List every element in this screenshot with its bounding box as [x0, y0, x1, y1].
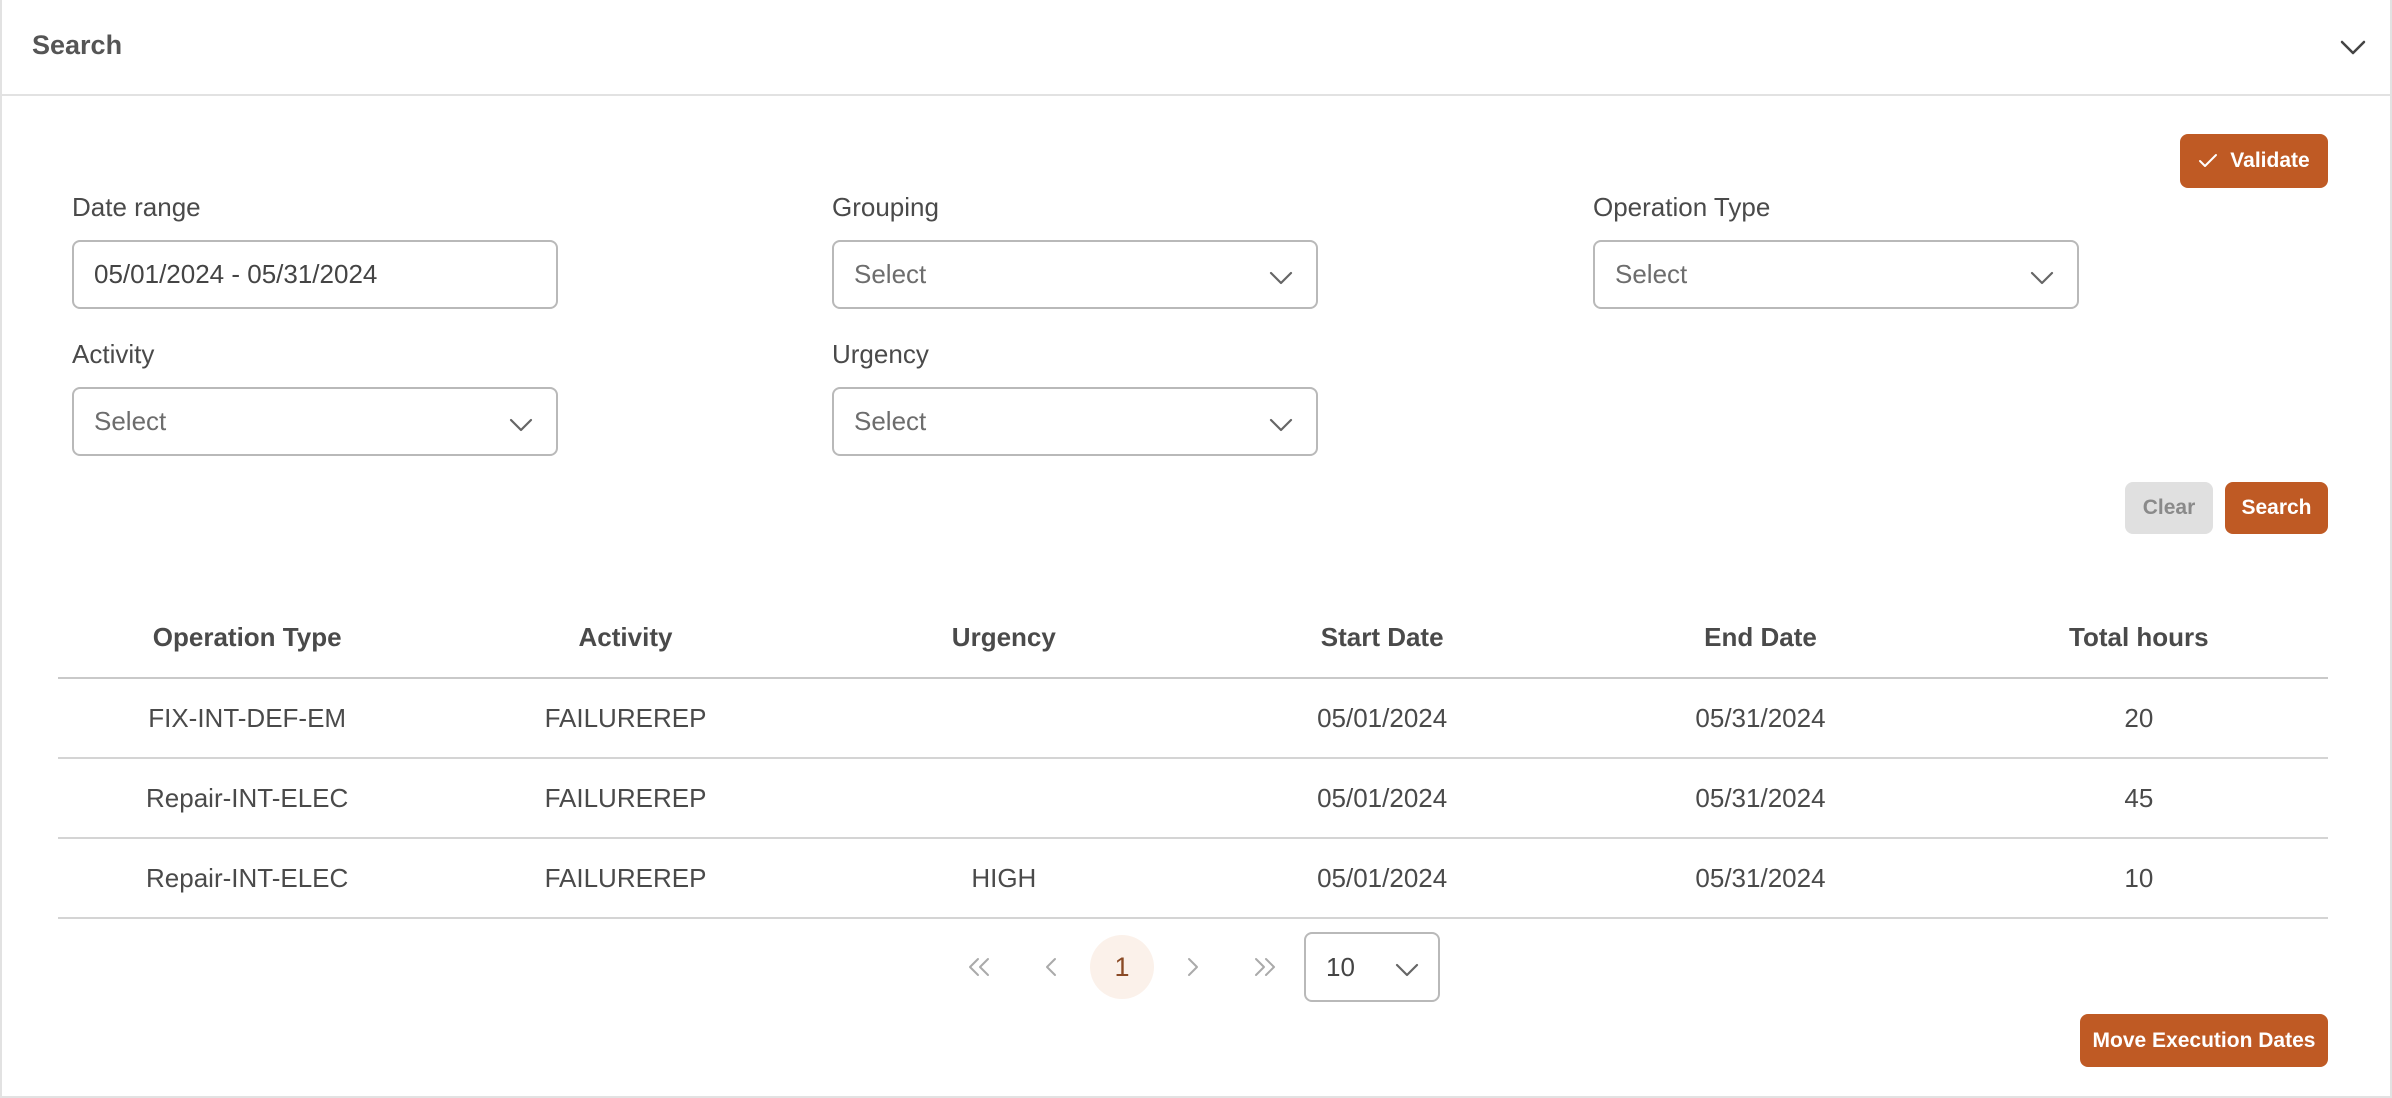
- table-cell: 05/31/2024: [1571, 758, 1950, 839]
- column-header[interactable]: Activity: [436, 598, 815, 679]
- table-cell: 05/31/2024: [1571, 678, 1950, 759]
- move-execution-dates-button[interactable]: Move Execution Dates: [2080, 1014, 2328, 1067]
- table-header-row: Operation Type Activity Urgency Start Da…: [58, 598, 2328, 679]
- table-cell: FAILUREREP: [436, 758, 815, 839]
- table-row[interactable]: Repair-INT-ELEC FAILUREREP 05/01/2024 05…: [58, 758, 2328, 839]
- table-cell: 05/31/2024: [1571, 838, 1950, 919]
- validate-button-label: Validate: [2230, 149, 2310, 172]
- column-header[interactable]: Total hours: [1949, 598, 2328, 679]
- table-cell: 05/01/2024: [1192, 838, 1572, 919]
- search-panel: Search Validate Date range 05/01/2024 - …: [0, 0, 2392, 1098]
- table-cell: 20: [1949, 678, 2328, 759]
- first-page-icon[interactable]: [964, 952, 994, 982]
- chevron-down-icon[interactable]: [2338, 32, 2368, 62]
- page-size-value: 10: [1326, 951, 1355, 982]
- clear-button[interactable]: Clear: [2125, 482, 2213, 534]
- chevron-down-icon: [1395, 963, 1419, 977]
- urgency-label: Urgency: [832, 339, 929, 369]
- page-number-current[interactable]: 1: [1090, 935, 1154, 999]
- column-header[interactable]: End Date: [1571, 598, 1950, 679]
- table-cell: 05/01/2024: [1192, 758, 1572, 839]
- check-icon: [2199, 154, 2218, 167]
- table-cell: [814, 678, 1193, 759]
- search-panel-header[interactable]: Search: [2, 0, 2390, 96]
- grouping-label: Grouping: [832, 192, 939, 222]
- table-row[interactable]: FIX-INT-DEF-EM FAILUREREP 05/01/2024 05/…: [58, 678, 2328, 759]
- table-cell: Repair-INT-ELEC: [58, 758, 437, 839]
- operation-type-select[interactable]: Select: [1593, 240, 2079, 309]
- grouping-placeholder: Select: [854, 259, 927, 289]
- table-cell: 05/01/2024: [1192, 678, 1572, 759]
- chevron-down-icon: [2030, 271, 2054, 285]
- table-cell: FIX-INT-DEF-EM: [58, 678, 437, 759]
- results-table: Operation Type Activity Urgency Start Da…: [58, 598, 2328, 919]
- table-cell: [814, 758, 1193, 839]
- next-page-icon[interactable]: [1178, 952, 1208, 982]
- prev-page-icon[interactable]: [1036, 952, 1066, 982]
- table-cell: Repair-INT-ELEC: [58, 838, 437, 919]
- activity-placeholder: Select: [94, 406, 167, 436]
- table-row[interactable]: Repair-INT-ELEC FAILUREREP HIGH 05/01/20…: [58, 838, 2328, 919]
- urgency-select[interactable]: Select: [832, 387, 1318, 456]
- operation-type-placeholder: Select: [1615, 259, 1688, 289]
- page-size-select[interactable]: 10: [1304, 932, 1440, 1002]
- search-button[interactable]: Search: [2225, 482, 2328, 534]
- activity-label: Activity: [72, 339, 155, 369]
- date-range-value: 05/01/2024 - 05/31/2024: [94, 259, 378, 289]
- urgency-placeholder: Select: [854, 406, 927, 436]
- chevron-down-icon: [1269, 271, 1293, 285]
- date-range-input[interactable]: 05/01/2024 - 05/31/2024: [72, 240, 558, 309]
- table-cell: HIGH: [814, 838, 1193, 919]
- last-page-icon[interactable]: [1250, 952, 1280, 982]
- panel-title: Search: [32, 30, 123, 60]
- table-cell: 10: [1949, 838, 2328, 919]
- chevron-down-icon: [509, 418, 533, 432]
- grouping-select[interactable]: Select: [832, 240, 1318, 309]
- table-cell: FAILUREREP: [436, 678, 815, 759]
- column-header[interactable]: Operation Type: [58, 598, 437, 679]
- operation-type-label: Operation Type: [1593, 192, 1771, 222]
- table-cell: FAILUREREP: [436, 838, 815, 919]
- date-range-label: Date range: [72, 192, 201, 222]
- column-header[interactable]: Urgency: [814, 598, 1193, 679]
- column-header[interactable]: Start Date: [1192, 598, 1572, 679]
- activity-select[interactable]: Select: [72, 387, 558, 456]
- chevron-down-icon: [1269, 418, 1293, 432]
- validate-button[interactable]: Validate: [2180, 134, 2328, 188]
- table-cell: 45: [1949, 758, 2328, 839]
